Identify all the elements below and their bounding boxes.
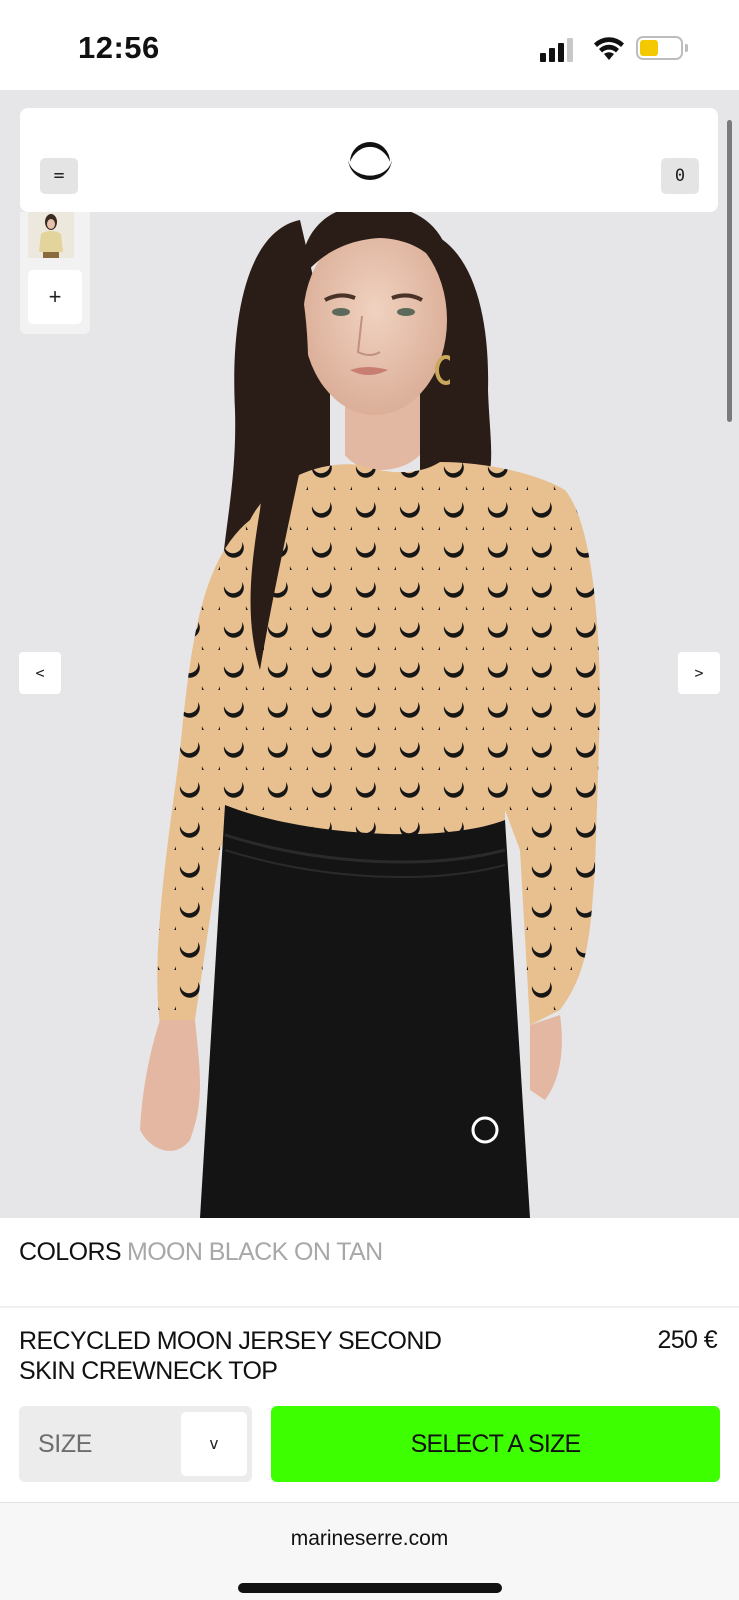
color-value: MOON BLACK ON TAN bbox=[126, 1238, 383, 1266]
previous-image-button[interactable]: < bbox=[19, 652, 61, 694]
home-indicator[interactable] bbox=[238, 1583, 502, 1593]
top-nav: = 0 bbox=[20, 108, 718, 212]
size-select[interactable]: SIZE v bbox=[19, 1406, 252, 1482]
scroll-indicator[interactable] bbox=[727, 120, 732, 422]
cellular-signal-icon bbox=[540, 36, 580, 62]
product-price: 250 € bbox=[657, 1326, 717, 1354]
status-bar: 12:56 bbox=[0, 0, 739, 90]
colors-label: COLORS bbox=[19, 1238, 122, 1266]
screen: 12:56 = 0 + < > COLORS MOON BLACK ON TAN… bbox=[0, 0, 739, 1600]
select-size-button[interactable]: SELECT A SIZE bbox=[271, 1406, 720, 1482]
status-time: 12:56 bbox=[78, 30, 160, 65]
product-name: RECYCLED MOON JERSEY SECOND SKIN CREWNEC… bbox=[19, 1327, 442, 1385]
thumbnail-strip: + bbox=[20, 212, 90, 334]
menu-button[interactable]: = bbox=[40, 158, 78, 194]
cart-button[interactable]: 0 bbox=[661, 158, 699, 194]
size-label: SIZE bbox=[38, 1430, 92, 1458]
battery-icon bbox=[636, 36, 688, 62]
thumbnail-image[interactable] bbox=[28, 212, 74, 258]
add-image-button[interactable]: + bbox=[28, 270, 82, 324]
wifi-icon bbox=[594, 37, 624, 60]
colors-row[interactable]: COLORS MOON BLACK ON TAN bbox=[19, 1238, 383, 1267]
browser-address-bar: marineserre.com bbox=[0, 1502, 739, 1600]
chevron-down-icon[interactable]: v bbox=[181, 1412, 247, 1476]
crescent-moon-logo-icon[interactable] bbox=[346, 136, 394, 184]
model-photo bbox=[140, 204, 600, 1218]
product-panel: RECYCLED MOON JERSEY SECOND SKIN CREWNEC… bbox=[0, 1308, 739, 1502]
url-text[interactable]: marineserre.com bbox=[0, 1527, 739, 1551]
next-image-button[interactable]: > bbox=[678, 652, 720, 694]
product-image[interactable] bbox=[0, 90, 739, 1218]
